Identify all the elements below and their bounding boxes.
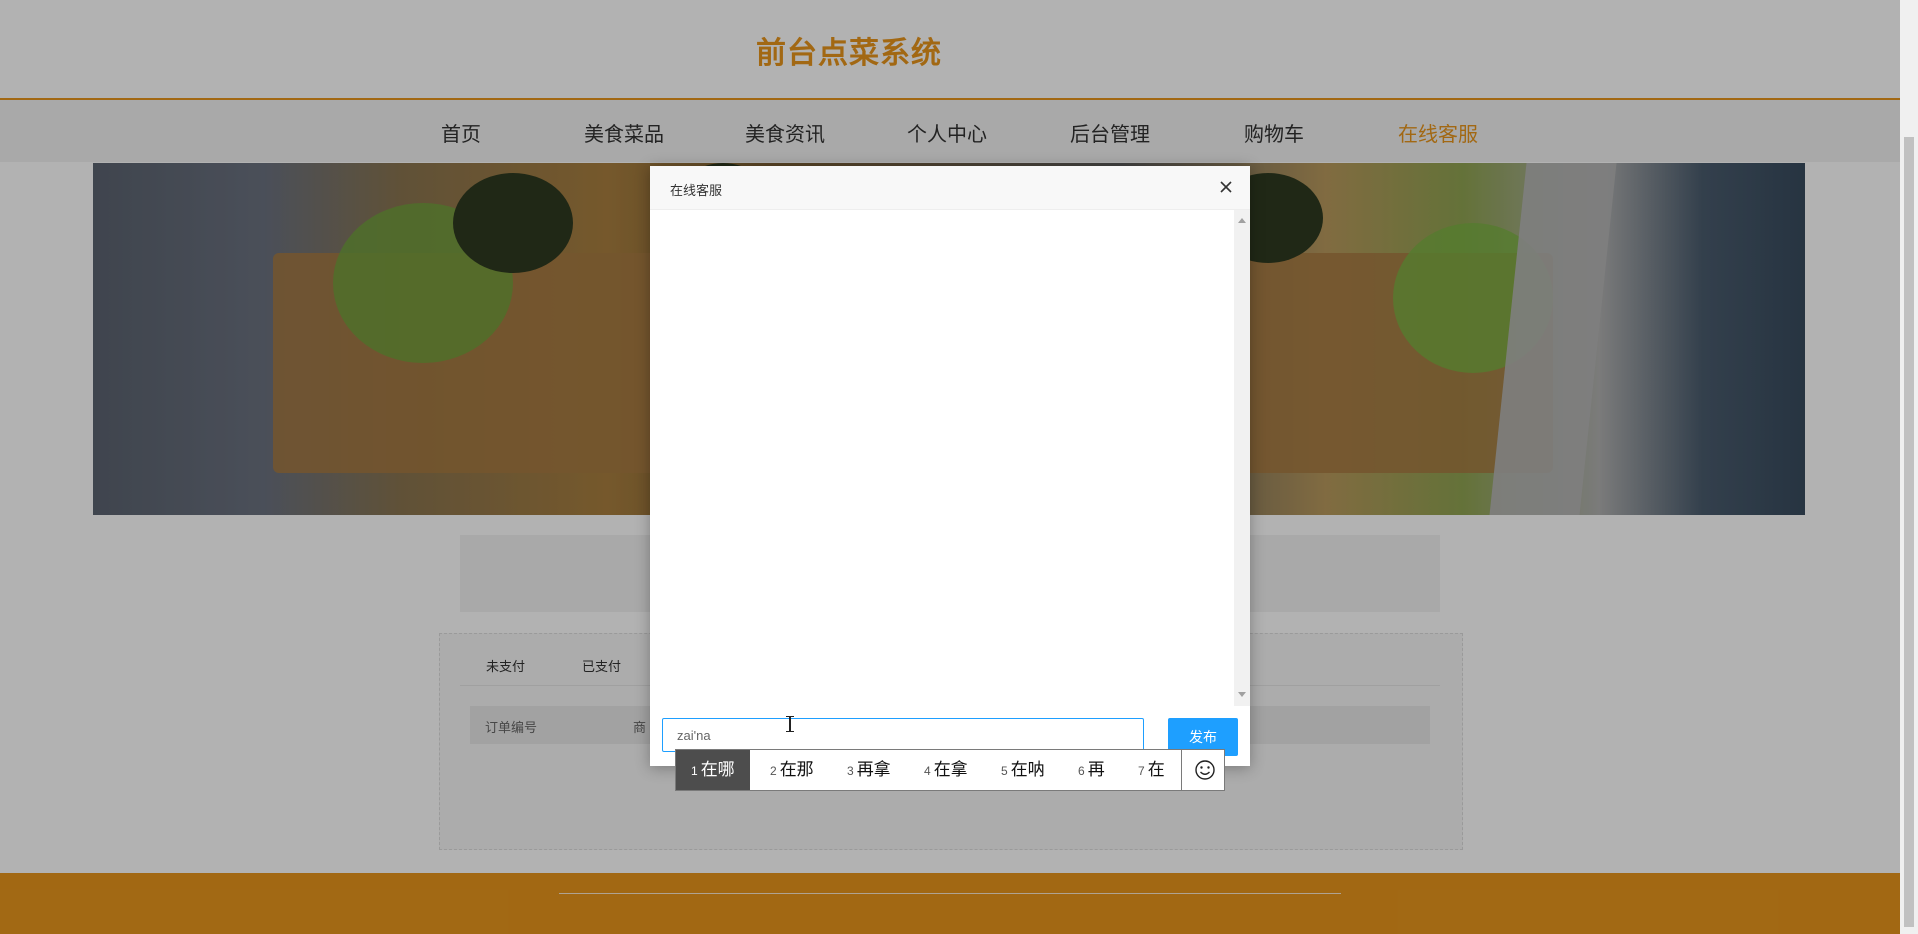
chat-message-area[interactable] [650, 210, 1234, 706]
ime-candidate[interactable]: 4 在拿 [924, 750, 968, 790]
ime-candidate[interactable]: 7在 [1138, 750, 1165, 790]
page-scrollbar-thumb[interactable] [1904, 137, 1914, 927]
scroll-down-icon[interactable] [1238, 692, 1246, 697]
close-icon[interactable] [1216, 177, 1236, 197]
ime-divider [1181, 750, 1182, 790]
ime-candidate[interactable]: 3 再拿 [847, 750, 891, 790]
dialog-header: 在线客服 [650, 166, 1250, 210]
ime-candidate[interactable]: 6再 [1078, 750, 1105, 790]
ime-candidate-bar: 1 在哪 2 在那 3 再拿 4 在拿 5 在呐 6再 7在 [675, 749, 1225, 791]
dialog-title: 在线客服 [670, 183, 723, 198]
ime-candidate[interactable]: 5 在呐 [1001, 750, 1045, 790]
online-service-dialog: 在线客服 发布 [650, 166, 1250, 766]
ime-candidate[interactable]: 1 在哪 [676, 750, 750, 790]
chat-input[interactable] [662, 718, 1144, 752]
chat-scrollbar[interactable] [1234, 210, 1250, 706]
text-cursor-icon [786, 716, 794, 732]
emoji-icon[interactable] [1191, 756, 1219, 784]
ime-candidate[interactable]: 2 在那 [770, 750, 814, 790]
scroll-up-icon[interactable] [1238, 218, 1246, 223]
